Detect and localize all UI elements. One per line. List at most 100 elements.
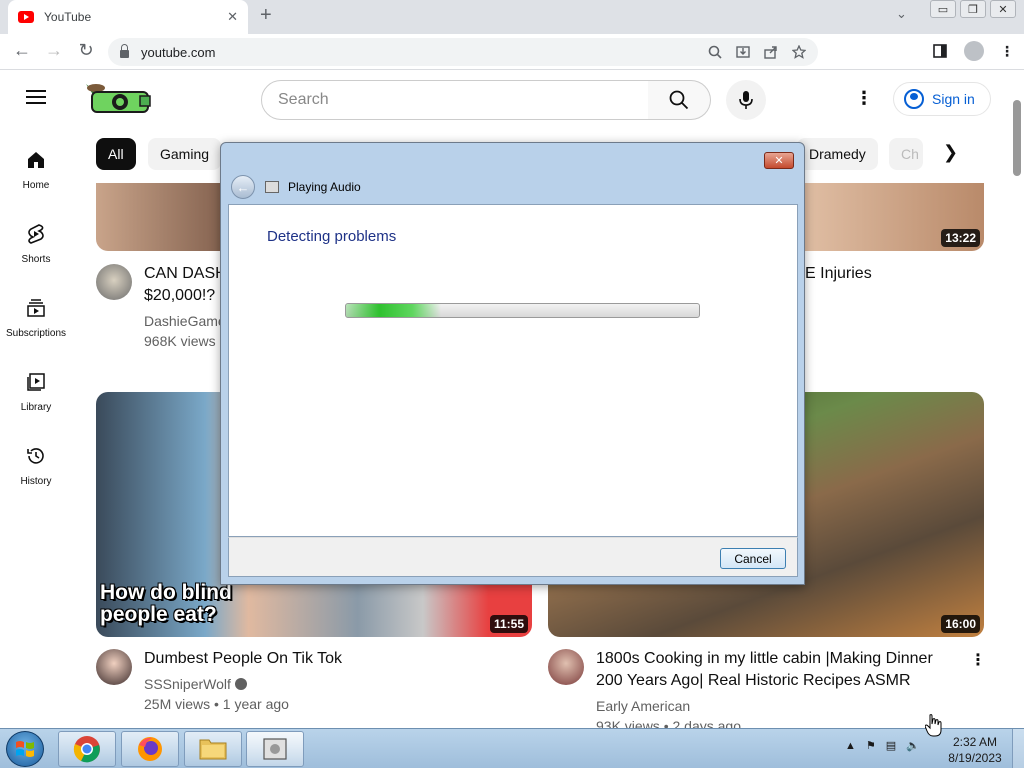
verified-check-icon [234, 678, 247, 690]
sign-in-label: Sign in [932, 91, 975, 107]
subscriptions-icon [27, 299, 45, 317]
library-icon [27, 373, 45, 391]
forward-arrow-icon[interactable]: → [42, 40, 66, 61]
channel-avatar[interactable] [548, 649, 584, 685]
chip-ch[interactable]: Ch [889, 138, 923, 170]
clock-time: 2:32 AM [952, 735, 998, 749]
channel-avatar[interactable] [96, 264, 132, 300]
history-icon [27, 448, 44, 464]
microphone-icon[interactable] [738, 90, 754, 110]
page-scrollbar[interactable] [1010, 70, 1024, 728]
taskbar-troubleshooter[interactable] [246, 731, 304, 767]
tab-close-icon[interactable]: ✕ [227, 9, 238, 25]
omnibox-actions [708, 45, 806, 59]
side-panel-icon[interactable] [932, 43, 948, 59]
window-controls: ▭ ❐ ✕ [930, 0, 1016, 18]
video-meta: 93K views • 2 days ago [596, 718, 741, 728]
youtube-logo-icon[interactable] [82, 80, 154, 116]
guide-item-subscriptions[interactable]: Subscriptions [0, 296, 72, 339]
thumbnail-caption: How do blind people eat? [100, 581, 232, 626]
search-input[interactable] [278, 91, 648, 109]
chip-all[interactable]: All [96, 138, 136, 170]
settings-kebab-icon[interactable]: ⋮ [855, 88, 873, 109]
firefox-icon [138, 737, 162, 761]
share-icon[interactable] [764, 45, 778, 59]
tab-youtube[interactable]: YouTube ✕ [8, 0, 248, 34]
guide-item-label: Library [20, 402, 52, 413]
video-title[interactable]: Dumbest People On Tik Tok [144, 648, 342, 670]
back-arrow-icon[interactable]: ← [10, 40, 34, 61]
video-title[interactable]: 1800s Cooking in my little cabin |Making… [596, 648, 933, 692]
windows-logo-icon [16, 741, 34, 757]
video-title[interactable]: CAN DASH $20,000!? ( [144, 263, 227, 307]
youtube-favicon-icon [18, 11, 34, 23]
video-duration: 11:55 [489, 615, 528, 633]
video-title[interactable]: E Injuries [805, 263, 872, 285]
guide-item-history[interactable]: History [0, 444, 72, 487]
new-tab-button[interactable]: + [260, 4, 272, 27]
profile-avatar[interactable] [964, 41, 984, 61]
tray-expand-icon[interactable]: ▲ [845, 740, 856, 752]
dialog-close-button[interactable]: ✕ [764, 152, 794, 169]
restore-button[interactable]: ❐ [960, 0, 986, 18]
guide-item-label: Subscriptions [5, 328, 67, 339]
menu-icon[interactable] [26, 90, 46, 104]
channel-name[interactable]: Early American [596, 696, 690, 716]
lock-icon[interactable] [120, 43, 129, 58]
status-heading: Detecting problems [267, 228, 397, 245]
dialog-title: Playing Audio [288, 180, 361, 194]
taskbar-clock[interactable]: 2:32 AM 8/19/2023 [940, 734, 1010, 766]
sign-in-button[interactable]: Sign in [893, 82, 991, 116]
toolbar-right: ⋮ [932, 41, 1014, 61]
search-icon[interactable] [669, 90, 689, 110]
tab-search-chevron-icon[interactable]: ⌄ [896, 6, 907, 22]
video-meta: 25M views • 1 year ago [144, 696, 289, 712]
taskbar-chrome[interactable] [58, 731, 116, 767]
scrollbar-thumb[interactable] [1013, 100, 1021, 176]
chip-gaming[interactable]: Gaming [148, 138, 222, 170]
channel-name[interactable]: DashieGame [144, 311, 226, 331]
action-center-icon[interactable]: ⚑ [866, 739, 876, 752]
volume-muted-icon[interactable]: 🔈 [906, 739, 920, 752]
folder-icon [199, 739, 227, 760]
troubleshooter-icon [265, 181, 279, 193]
dialog-body: Detecting problems [228, 204, 798, 537]
guide-item-home[interactable]: Home [0, 148, 72, 191]
guide-item-label: Shorts [21, 254, 51, 265]
voice-search-button[interactable] [726, 80, 766, 120]
video-duration: 16:00 [941, 615, 980, 633]
progress-bar [345, 303, 700, 318]
channel-name[interactable]: SSSniperWolf [144, 674, 247, 694]
video-menu-kebab-icon[interactable]: ⋮ [970, 650, 986, 670]
install-app-icon[interactable] [736, 45, 750, 59]
clock-date: 8/19/2023 [948, 751, 1002, 765]
cancel-button[interactable]: Cancel [720, 548, 786, 569]
channel-avatar[interactable] [96, 649, 132, 685]
guide-item-shorts[interactable]: Shorts [0, 222, 72, 265]
zoom-search-icon[interactable] [708, 45, 722, 59]
tab-title: YouTube [44, 10, 92, 24]
hand-cursor-icon [925, 714, 942, 737]
browser-toolbar: ← → ↻ youtube.com ⋮ [0, 34, 1024, 70]
url-text[interactable]: youtube.com [141, 45, 708, 60]
chrome-menu-icon[interactable]: ⋮ [1000, 43, 1014, 60]
home-icon [28, 152, 44, 168]
guide-item-library[interactable]: Library [0, 370, 72, 413]
network-icon[interactable]: ▤ [886, 739, 896, 752]
chevron-right-icon[interactable]: ❯ [943, 142, 958, 163]
reload-icon[interactable]: ↻ [74, 40, 98, 61]
bookmark-star-icon[interactable] [792, 45, 806, 59]
taskbar-firefox[interactable] [121, 731, 179, 767]
chip-dramedy[interactable]: Dramedy [797, 138, 878, 170]
minimize-button[interactable]: ▭ [930, 0, 956, 18]
dialog-footer: Cancel [228, 537, 798, 577]
search-button[interactable] [648, 80, 711, 120]
close-window-button[interactable]: ✕ [990, 0, 1016, 18]
taskbar-explorer[interactable] [184, 731, 242, 767]
search-field[interactable] [261, 80, 649, 120]
back-arrow-icon[interactable]: ← [231, 175, 255, 199]
show-desktop-button[interactable] [1012, 729, 1024, 768]
windows-taskbar: ▲ ⚑ ▤ 🔈 2:32 AM 8/19/2023 [0, 728, 1024, 768]
start-button[interactable] [6, 731, 44, 767]
address-bar[interactable]: youtube.com [108, 38, 818, 66]
